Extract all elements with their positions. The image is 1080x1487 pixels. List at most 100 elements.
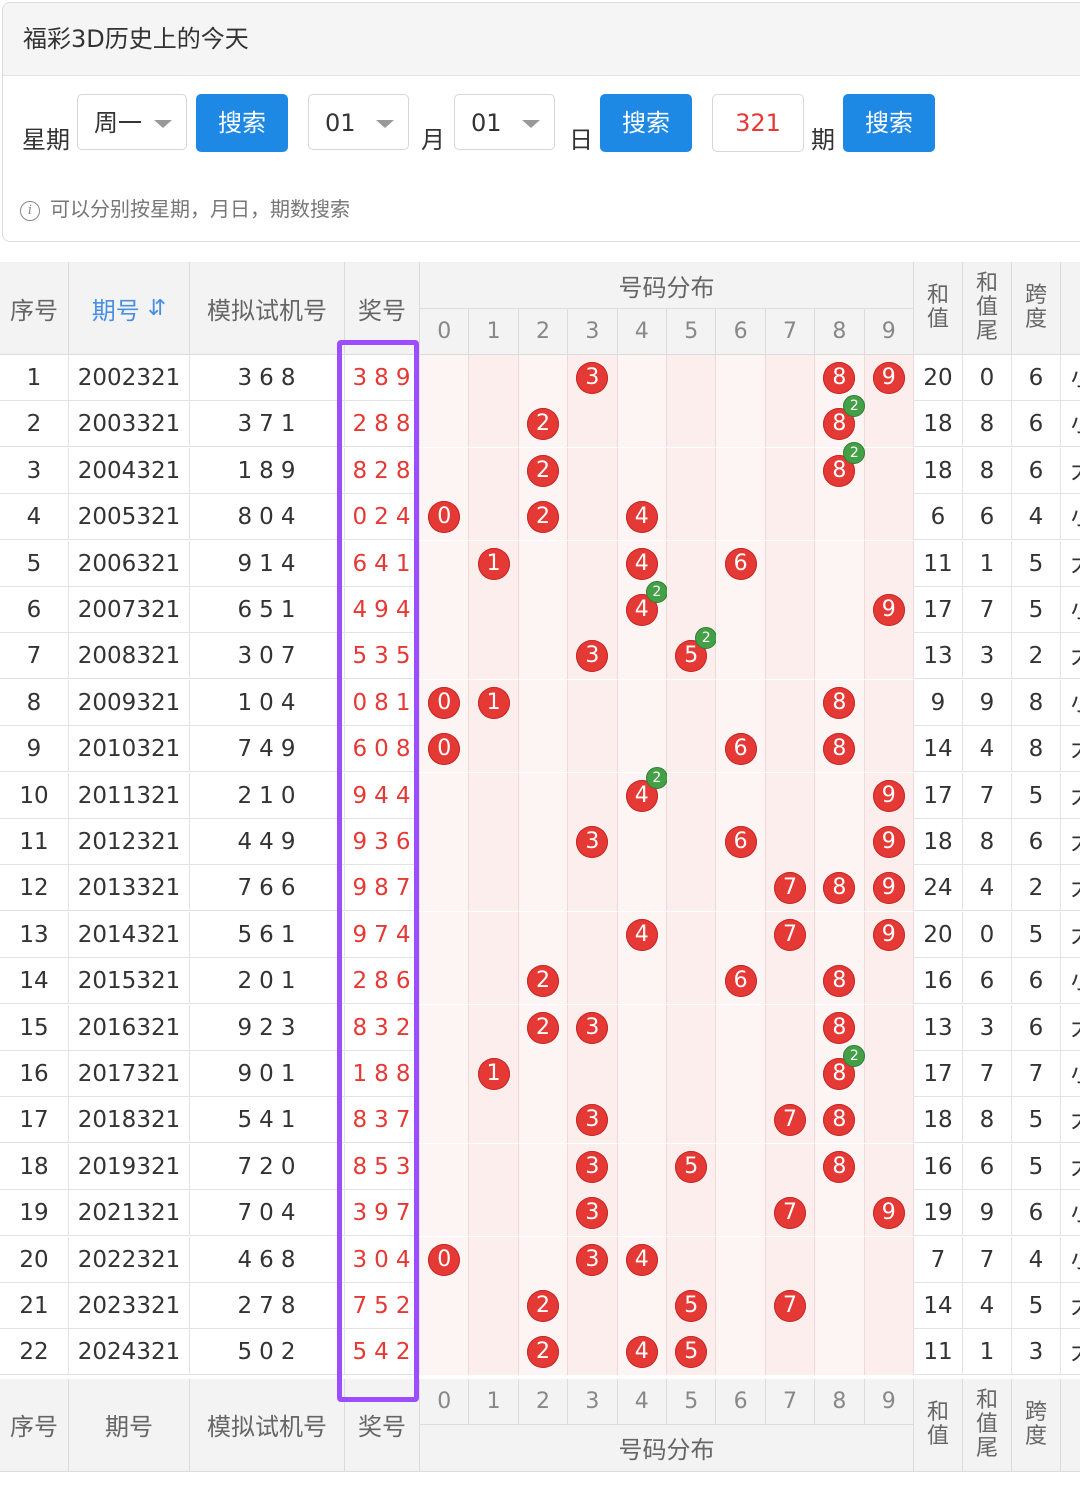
number-ball: 5 — [675, 1150, 708, 1183]
number-ball: 0 — [428, 686, 461, 719]
dist-cell — [864, 1236, 914, 1283]
header-digit-text: 2 — [535, 319, 550, 344]
cell-prize: 304 — [345, 1236, 420, 1283]
cell-span: 6 — [1012, 1190, 1061, 1237]
day-select[interactable]: 01 — [454, 94, 555, 150]
cell-tail: 0 — [963, 355, 1012, 401]
dist-cell — [568, 958, 618, 1005]
dist-cell — [716, 355, 766, 401]
number-ball: 8 — [823, 965, 856, 998]
sort-icon[interactable]: ⇵ — [148, 296, 166, 321]
weekday-select[interactable]: 周一 — [77, 94, 187, 150]
cell-sim: 704 — [190, 1190, 345, 1237]
number-ball: 8 — [823, 872, 856, 905]
cell-size: 大 — [1061, 726, 1080, 772]
dist-cell — [568, 726, 618, 773]
number-ball: 7 — [773, 918, 806, 951]
dist-cell — [716, 401, 766, 448]
header-digit: 9 — [864, 309, 914, 355]
header-digit: 7 — [765, 309, 816, 355]
table-row: 920103217496080681448大 — [0, 726, 1080, 773]
repeat-count-badge: 2 — [843, 395, 866, 418]
dist-cell — [518, 633, 569, 680]
dist-cell — [518, 726, 569, 773]
header-digit: 1 — [469, 309, 519, 355]
dist-cell — [815, 1236, 865, 1283]
hint-text: 可以分别按星期，月日，期数搜索 — [50, 197, 350, 221]
dist-cell — [518, 355, 569, 401]
dist-cell — [716, 447, 766, 494]
header-issue[interactable]: 期号 ⇵ — [69, 262, 190, 355]
dist-cell — [420, 633, 470, 680]
number-ball: 5 — [675, 1290, 708, 1322]
cell-issue: 2018321 — [69, 1097, 190, 1144]
month-select[interactable]: 01 — [308, 94, 409, 150]
cell-idx: 17 — [0, 1097, 69, 1144]
dist-cell — [568, 587, 618, 633]
dist-cell — [568, 1283, 618, 1329]
issue-search-button[interactable]: 搜索 — [843, 94, 935, 152]
number-ball: 4 — [625, 1336, 658, 1369]
number-ball: 7 — [773, 1290, 806, 1322]
cell-size: 小 — [1061, 1190, 1080, 1236]
cell-sim: 449 — [190, 819, 345, 865]
footer-digit: 8 — [815, 1378, 865, 1425]
dist-cell — [518, 1236, 569, 1283]
cell-sim: 201 — [190, 958, 345, 1005]
table-row: 320043211898282821886大 — [0, 441, 1080, 494]
dist-cell — [420, 1097, 470, 1144]
number-ball: 1 — [477, 547, 510, 580]
cell-span: 2 — [1012, 633, 1061, 680]
header-digit: 5 — [667, 309, 717, 355]
footer-prize: 奖号 — [345, 1378, 420, 1472]
dist-cell — [469, 355, 519, 401]
issue-input[interactable]: 321 — [712, 94, 804, 152]
dist-cell — [617, 1143, 667, 1190]
cell-issue: 2021321 — [69, 1190, 190, 1237]
month-label: 月 — [421, 126, 445, 154]
dist-cell — [765, 494, 816, 541]
cell-idx: 10 — [0, 772, 69, 819]
dist-cell — [568, 401, 618, 448]
dist-cell — [815, 633, 865, 680]
dist-cell — [815, 1190, 865, 1237]
header-digit-text: 8 — [832, 319, 847, 344]
cell-size: 小 — [1061, 494, 1080, 540]
dist-cell: 6 — [716, 726, 766, 773]
dist-cell: 7 — [765, 1283, 816, 1329]
dist-cell — [469, 726, 519, 773]
number-ball: 0 — [428, 501, 461, 534]
cell-sum: 20 — [914, 911, 963, 958]
footer-digit: 1 — [469, 1378, 519, 1425]
cell-prize: 641 — [345, 540, 420, 587]
cell-idx: 6 — [0, 587, 69, 633]
dist-cell — [469, 865, 519, 912]
dist-cell — [469, 1004, 519, 1051]
dist-cell — [765, 1329, 816, 1376]
dist-cell: 7 — [765, 1097, 816, 1144]
cell-idx: 4 — [0, 494, 69, 541]
dist-cell — [765, 447, 816, 494]
cell-idx: 8 — [0, 679, 69, 726]
cell-tail: 3 — [963, 633, 1012, 680]
dist-cell — [420, 1143, 470, 1190]
table-row: 1920213217043973791996小 — [0, 1190, 1080, 1237]
dist-cell — [765, 587, 816, 633]
dist-cell — [667, 1236, 717, 1283]
header-digit-text: 9 — [881, 319, 896, 344]
dist-cell: 7 — [765, 911, 816, 958]
cell-issue: 2012321 — [69, 819, 190, 865]
dist-cell — [716, 1329, 766, 1376]
dist-cell — [420, 1190, 470, 1237]
cell-idx: 7 — [0, 633, 69, 680]
date-search-button[interactable]: 搜索 — [600, 94, 692, 152]
cell-size: 小 — [1061, 958, 1080, 1004]
cell-span: 5 — [1012, 1283, 1061, 1329]
number-ball: 6 — [724, 547, 757, 580]
dist-cell — [765, 819, 816, 865]
weekday-search-button[interactable]: 搜索 — [196, 94, 288, 152]
cell-idx: 15 — [0, 1004, 69, 1051]
cell-size: 大 — [1061, 912, 1080, 958]
footer-index: 序号 — [0, 1378, 69, 1472]
number-ball: 2 — [526, 408, 559, 441]
